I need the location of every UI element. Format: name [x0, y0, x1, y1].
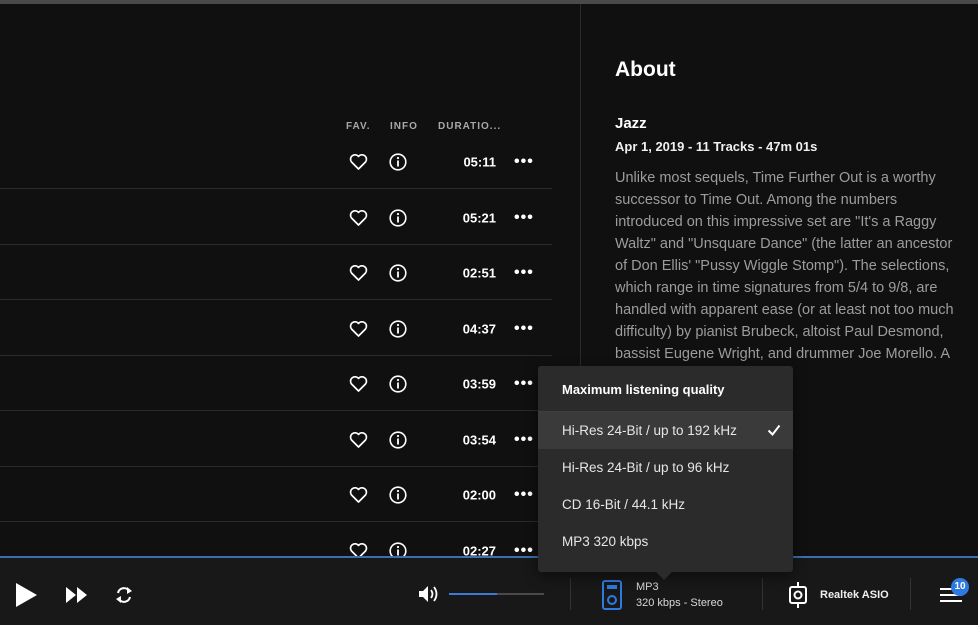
more-options-icon[interactable]: ••• [514, 431, 534, 449]
volume-icon[interactable] [418, 584, 440, 604]
info-icon[interactable] [389, 208, 407, 227]
output-device-icon[interactable] [788, 582, 808, 608]
more-options-icon[interactable]: ••• [514, 486, 534, 504]
more-options-icon[interactable]: ••• [514, 264, 534, 282]
row-divider [0, 188, 552, 189]
more-options-icon[interactable]: ••• [514, 153, 534, 171]
more-options-icon[interactable]: ••• [514, 375, 534, 393]
info-icon[interactable] [389, 374, 407, 393]
player-separator [910, 578, 911, 610]
heart-icon[interactable] [349, 486, 368, 503]
next-track-icon[interactable] [66, 587, 88, 603]
track-duration: 02:27 [462, 543, 496, 556]
heart-icon[interactable] [349, 264, 368, 281]
player-separator [762, 578, 763, 610]
quality-option-label: MP3 320 kbps [562, 534, 649, 549]
track-duration: 02:00 [462, 487, 496, 502]
quality-option[interactable]: MP3 320 kbps [538, 523, 793, 560]
row-divider [0, 521, 552, 522]
volume-slider-fill [449, 593, 497, 595]
column-header-info[interactable]: INFO [390, 121, 418, 132]
track-duration: 03:59 [462, 376, 496, 391]
more-options-icon[interactable]: ••• [514, 320, 534, 338]
album-description: Unlike most sequels, Time Further Out is… [615, 170, 954, 384]
album-genre[interactable]: Jazz [615, 115, 647, 132]
quality-option[interactable]: Hi-Res 24-Bit / up to 96 kHz [538, 449, 793, 486]
track-row[interactable]: 03:59 ••• [0, 356, 552, 411]
volume-slider[interactable] [449, 593, 544, 595]
track-duration: 03:54 [462, 432, 496, 447]
heart-icon[interactable] [349, 375, 368, 392]
column-header-fav[interactable]: FAV. [346, 121, 371, 132]
info-icon[interactable] [389, 152, 407, 171]
info-icon[interactable] [389, 541, 407, 557]
column-header-duration[interactable]: DURATIO... [438, 121, 501, 132]
info-icon[interactable] [389, 430, 407, 449]
track-row[interactable]: 02:00 ••• [0, 467, 552, 522]
heart-icon[interactable] [349, 542, 368, 556]
track-row[interactable]: 05:11 ••• [0, 134, 552, 189]
quality-menu-title: Maximum listening quality [562, 382, 725, 397]
quality-option-label: Hi-Res 24-Bit / up to 96 kHz [562, 460, 730, 475]
repeat-icon[interactable] [114, 585, 134, 605]
quality-option[interactable]: CD 16-Bit / 44.1 kHz [538, 486, 793, 523]
info-icon[interactable] [389, 485, 407, 504]
quality-option-label: Hi-Res 24-Bit / up to 192 kHz [562, 423, 737, 438]
track-list: FAV. INFO DURATIO... 05:11 ••• 05:21 ••• 02:… [0, 4, 580, 556]
play-icon[interactable] [14, 582, 38, 608]
output-device-name[interactable]: Realtek ASIO [820, 589, 889, 601]
album-meta: Apr 1, 2019 - 11 Tracks - 47m 01s [615, 139, 818, 154]
quality-detail[interactable]: 320 kbps - Stereo [636, 597, 723, 609]
track-duration: 04:37 [462, 321, 496, 336]
queue-count-badge: 10 [951, 578, 969, 596]
track-row[interactable]: 02:51 ••• [0, 245, 552, 300]
heart-icon[interactable] [349, 209, 368, 226]
player-separator [570, 578, 571, 610]
audio-quality-icon[interactable] [602, 580, 622, 610]
quality-option-label: CD 16-Bit / 44.1 kHz [562, 497, 686, 512]
heart-icon[interactable] [349, 320, 368, 337]
heart-icon[interactable] [349, 431, 368, 448]
track-row[interactable]: 03:54 ••• [0, 412, 552, 467]
about-title: About [615, 58, 676, 81]
row-divider [0, 410, 552, 411]
quality-menu-caret [655, 571, 673, 580]
heart-icon[interactable] [349, 153, 368, 170]
quality-format[interactable]: MP3 [636, 581, 659, 593]
track-duration: 05:11 [463, 154, 496, 169]
track-row[interactable]: 02:27 ••• [0, 523, 552, 556]
row-divider [0, 299, 552, 300]
track-row[interactable]: 05:21 ••• [0, 190, 552, 245]
track-row[interactable]: 04:37 ••• [0, 301, 552, 356]
info-icon[interactable] [389, 263, 407, 282]
track-duration: 02:51 [462, 265, 496, 280]
player-bar: MP3 320 kbps - Stereo Realtek ASIO 10 [0, 558, 978, 625]
quality-menu: Maximum listening quality Hi-Res 24-Bit … [538, 366, 793, 572]
track-duration: 05:21 [462, 210, 496, 225]
more-options-icon[interactable]: ••• [514, 209, 534, 227]
checkmark-icon [767, 424, 781, 437]
more-options-icon[interactable]: ••• [514, 542, 534, 557]
info-icon[interactable] [389, 319, 407, 338]
quality-option[interactable]: Hi-Res 24-Bit / up to 192 kHz [538, 412, 793, 449]
